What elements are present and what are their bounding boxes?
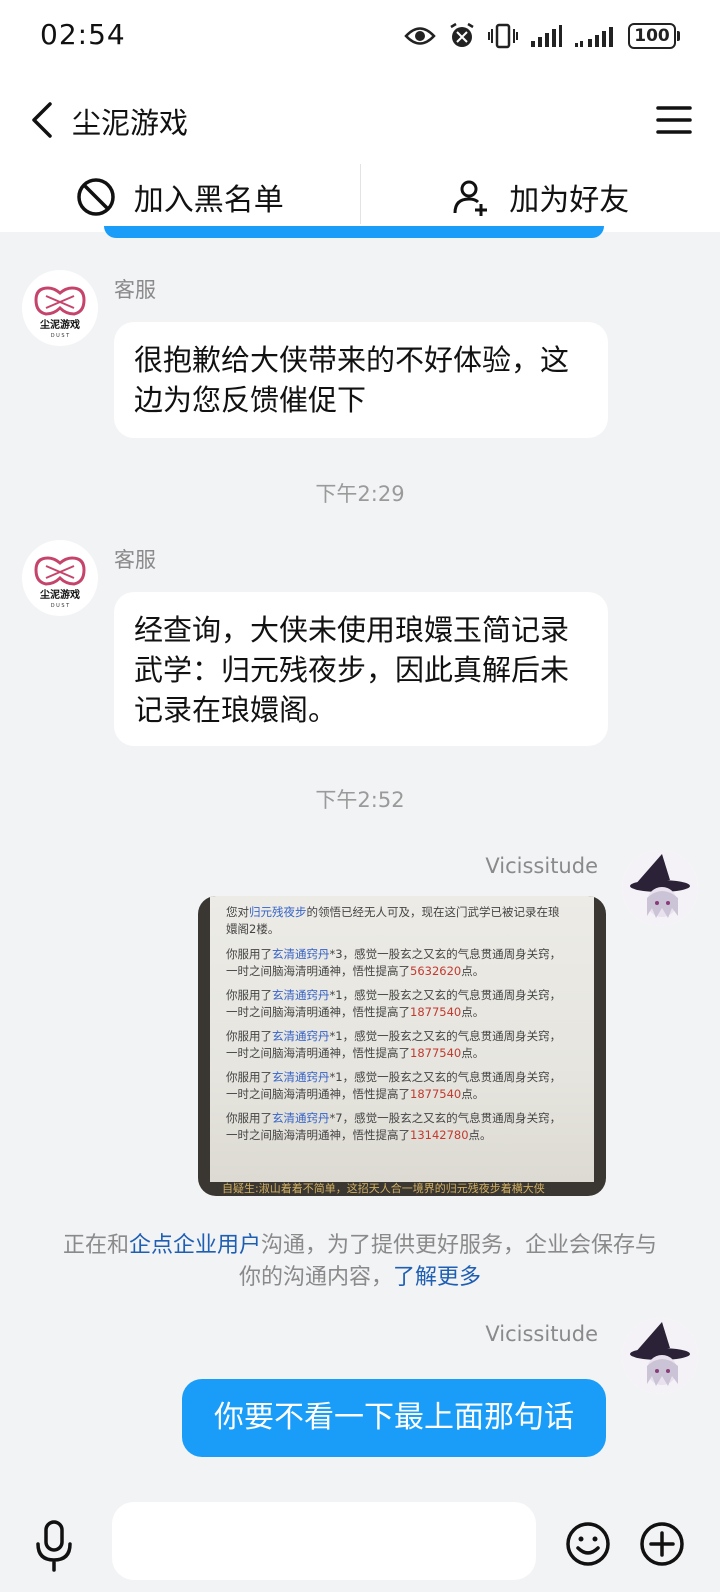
log-line: 一时之间脑海清明通神，悟性提高了1877540点。 bbox=[226, 1046, 485, 1060]
log-line: 你服用了玄清通窍丹*1，感觉一股玄之又玄的气息贯通周身关窍， bbox=[226, 988, 562, 1002]
avatar-service[interactable]: 尘泥游戏 D U S T bbox=[22, 540, 98, 616]
battery-indicator: 100 bbox=[628, 23, 680, 49]
log-line: 你服用了玄清通窍丹*1，感觉一股玄之又玄的气息贯通周身关窍， bbox=[226, 1029, 562, 1043]
menu-icon bbox=[656, 106, 692, 134]
signal-icon bbox=[531, 25, 562, 47]
message-bubble[interactable]: 经查询，大侠未使用琅嬛玉简记录武学：归元残夜步，因此真解后未记录在琅嬛阁。 bbox=[114, 592, 608, 746]
signal-icon-2 bbox=[575, 27, 613, 47]
timestamp: 下午2:52 bbox=[315, 788, 405, 812]
block-icon bbox=[77, 178, 115, 216]
add-user-icon bbox=[453, 180, 488, 216]
notice-line-1: 正在和企点企业用户沟通，为了提供更好服务，企业会保存与 bbox=[62, 1233, 658, 1258]
battery-level: 100 bbox=[628, 23, 676, 49]
dust-logo-icon: 尘泥游戏 D U S T bbox=[34, 286, 86, 339]
logo-text: 尘泥游戏 bbox=[40, 588, 80, 601]
microphone-icon bbox=[36, 1520, 72, 1572]
log-line: 一时之间脑海清明通神，悟性提高了5632620点。 bbox=[226, 964, 485, 978]
witch-avatar-icon bbox=[622, 1318, 698, 1394]
avatar-self[interactable] bbox=[622, 850, 698, 926]
witch-avatar-icon bbox=[622, 850, 698, 926]
sender-name: Vicissitude bbox=[485, 1322, 598, 1346]
sender-name: 客服 bbox=[114, 278, 156, 302]
add-friend-label: 加为好友 bbox=[509, 183, 630, 218]
log-line: 你服用了玄清通窍丹*3，感觉一股玄之又玄的气息贯通周身关窍， bbox=[226, 947, 562, 961]
status-icons: 100 bbox=[404, 18, 680, 54]
logo-text: 尘泥游戏 bbox=[40, 318, 80, 331]
status-time: 02:54 bbox=[40, 18, 126, 51]
menu-button[interactable] bbox=[650, 96, 698, 144]
notice-line-2: 你的沟通内容，了解更多 bbox=[238, 1265, 482, 1290]
status-bar: 02:54 100 bbox=[0, 0, 720, 72]
logo-subtext: D U S T bbox=[51, 603, 70, 609]
message-input[interactable] bbox=[112, 1502, 536, 1580]
emoji-button[interactable] bbox=[564, 1520, 612, 1568]
input-bar bbox=[0, 1496, 720, 1592]
avatar-service[interactable]: 尘泥游戏 D U S T bbox=[22, 270, 98, 346]
vibrate-icon bbox=[488, 23, 518, 49]
battery-cap bbox=[677, 31, 680, 41]
shared-image[interactable]: 您对归元残夜步的领悟已经无人可及，现在这门武学已被记录在琅 嬛阁2楼。 你服用了… bbox=[198, 896, 606, 1196]
enterprise-user-link[interactable]: 企点企业用户 bbox=[129, 1233, 261, 1258]
blacklist-label: 加入黑名单 bbox=[133, 183, 284, 218]
dust-logo-icon: 尘泥游戏 D U S T bbox=[34, 556, 86, 609]
log-line: 一时之间脑海清明通神，悟性提高了13142780点。 bbox=[226, 1128, 492, 1142]
log-line: 一时之间脑海清明通神，悟性提高了1877540点。 bbox=[226, 1087, 485, 1101]
chat-title: 尘泥游戏 bbox=[72, 106, 189, 140]
log-line: 一时之间脑海清明通神，悟性提高了1877540点。 bbox=[226, 1005, 485, 1019]
learn-more-link[interactable]: 了解更多 bbox=[393, 1265, 481, 1290]
log-line: 嬛阁2楼。 bbox=[226, 922, 280, 936]
eye-icon bbox=[404, 27, 436, 45]
action-bar: 加入黑名单 加为好友 bbox=[0, 162, 720, 232]
plus-circle-icon bbox=[640, 1522, 684, 1566]
message-bubble[interactable]: 很抱歉给大侠带来的不好体验，这边为您反馈催促下 bbox=[114, 322, 608, 438]
blacklist-button[interactable]: 加入黑名单 bbox=[0, 162, 360, 232]
sender-name: Vicissitude bbox=[485, 854, 598, 878]
avatar-self[interactable] bbox=[622, 1318, 698, 1394]
log-line: 您对归元残夜步的领悟已经无人可及，现在这门武学已被记录在琅 bbox=[226, 905, 560, 919]
chevron-left-icon bbox=[32, 102, 52, 138]
previous-bubble-edge bbox=[104, 226, 604, 238]
more-button[interactable] bbox=[638, 1520, 686, 1568]
log-footer-line: 自疑生:淑山着着不简单，这招天人合一境界的归元残夜步着横大侠 bbox=[222, 1182, 545, 1195]
voice-button[interactable] bbox=[30, 1518, 78, 1574]
emoji-icon bbox=[566, 1522, 610, 1566]
alarm-icon bbox=[450, 22, 474, 47]
log-line: 你服用了玄清通窍丹*7，感觉一股玄之又玄的气息贯通周身关窍， bbox=[226, 1111, 562, 1125]
back-button[interactable] bbox=[22, 96, 70, 144]
logo-subtext: D U S T bbox=[51, 333, 70, 339]
log-line: 你服用了玄清通窍丹*1，感觉一股玄之又玄的气息贯通周身关窍， bbox=[226, 1070, 562, 1084]
privacy-notice: 正在和企点企业用户沟通，为了提供更好服务，企业会保存与 你的沟通内容，了解更多 bbox=[0, 1230, 720, 1294]
game-log-panel: 您对归元残夜步的领悟已经无人可及，现在这门武学已被记录在琅 嬛阁2楼。 你服用了… bbox=[210, 896, 594, 1182]
nav-bar: 尘泥游戏 bbox=[0, 80, 720, 160]
message-bubble-own[interactable]: 你要不看一下最上面那句话 bbox=[182, 1379, 606, 1457]
sender-name: 客服 bbox=[114, 548, 156, 572]
timestamp: 下午2:29 bbox=[315, 482, 405, 506]
add-friend-button[interactable]: 加为好友 bbox=[361, 162, 720, 232]
